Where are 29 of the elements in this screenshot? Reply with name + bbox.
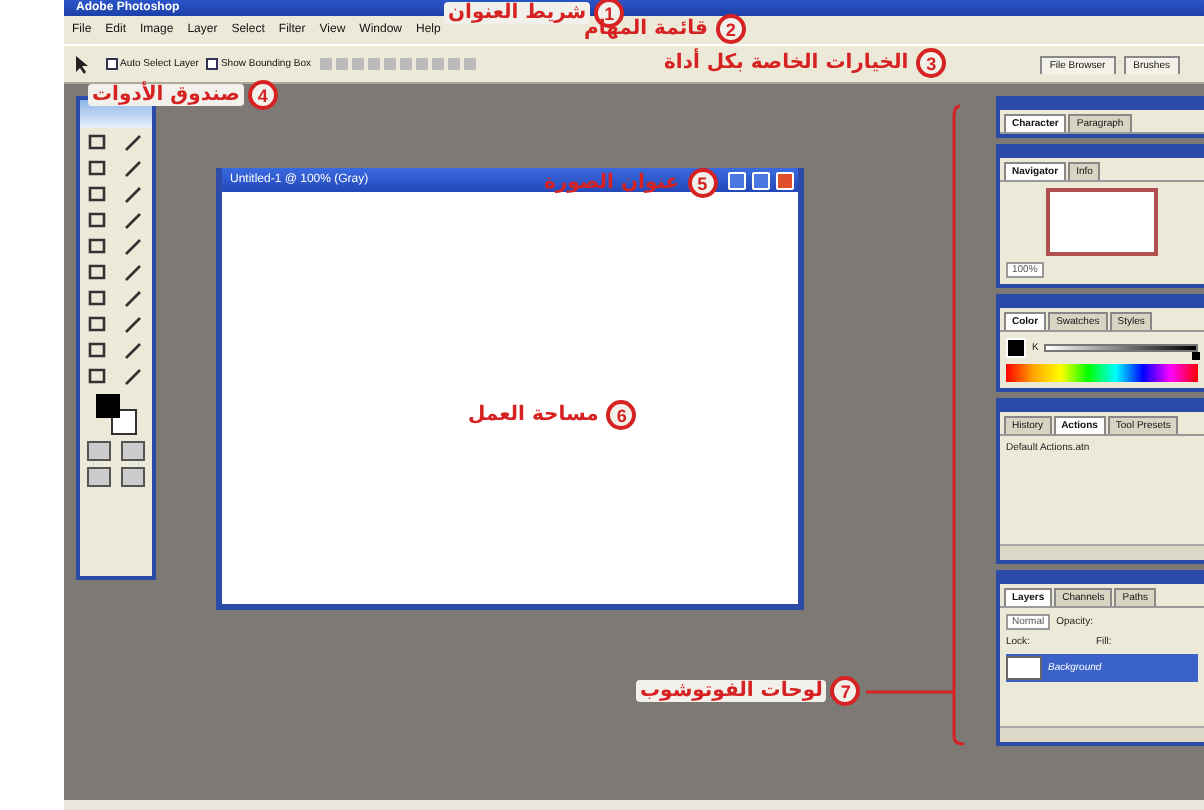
- annotation-label: صندوق الأدوات: [88, 84, 244, 106]
- tool-icon[interactable]: [120, 366, 146, 388]
- tool-icon[interactable]: [120, 262, 146, 284]
- tool-icon[interactable]: [120, 340, 146, 362]
- tool-icon[interactable]: [120, 236, 146, 258]
- annotation-label: لوحات الفوتوشوب: [636, 680, 827, 702]
- mode-icon[interactable]: [120, 466, 146, 488]
- mode-icon[interactable]: [86, 466, 112, 488]
- annotation-label: الخيارات الخاصة بكل أداة: [662, 52, 911, 74]
- tool-icon[interactable]: [120, 158, 146, 180]
- tool-icon[interactable]: [120, 210, 146, 232]
- maximize-button[interactable]: [752, 171, 770, 189]
- annotation-label: عنوان الصورة: [542, 172, 682, 194]
- annotation-label: مساحة العمل: [466, 404, 601, 426]
- minimize-button[interactable]: [728, 171, 746, 189]
- color-spectrum[interactable]: [1006, 364, 1198, 382]
- tool-icon[interactable]: [120, 288, 146, 310]
- close-button[interactable]: [776, 171, 794, 189]
- slider-thumb[interactable]: [1192, 352, 1200, 360]
- layer-thumbnail: [1006, 656, 1042, 680]
- navigator-preview: [1046, 188, 1158, 256]
- tool-icon[interactable]: [120, 184, 146, 206]
- color-swatch[interactable]: [1006, 338, 1026, 358]
- annotation-label: شريط العنوان: [444, 2, 591, 24]
- color-swatches-icon[interactable]: [92, 392, 140, 436]
- tool-icon[interactable]: [120, 132, 146, 154]
- mode-icon[interactable]: [86, 440, 112, 462]
- mode-icon[interactable]: [120, 440, 146, 462]
- tool-icon[interactable]: [120, 314, 146, 336]
